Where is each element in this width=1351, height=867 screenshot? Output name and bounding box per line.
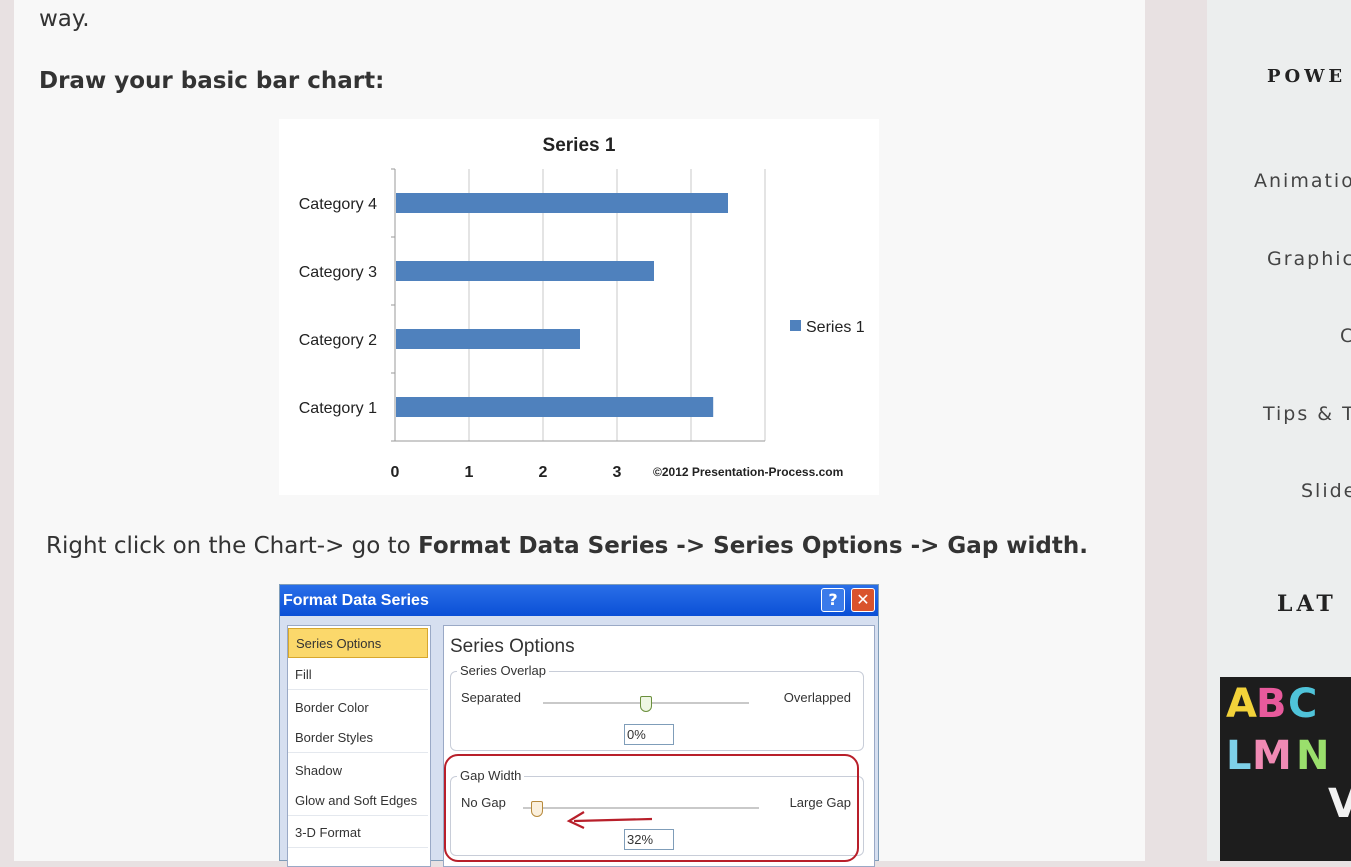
- separated-label: Separated: [461, 690, 521, 705]
- bar-chart: Series 1 Category 1 Category 2 Category 3 Ca…: [299, 135, 865, 481]
- chart-bar: [396, 329, 580, 349]
- chart-bar: [396, 193, 728, 213]
- sidebar: POWE Animatio Graphic C Tips & T Slide L…: [1207, 0, 1351, 861]
- bar-chart-image: Series 1 Category 1 Category 2 Category 3 Ca…: [279, 119, 879, 495]
- dialog-category-list: Series Options Fill Border Color Border …: [287, 625, 431, 867]
- category-item-shadow[interactable]: Shadow: [288, 756, 428, 786]
- category-item-series-options[interactable]: Series Options: [288, 628, 428, 658]
- latest-post-thumbnail[interactable]: A B C L M N V: [1220, 677, 1351, 861]
- legend-label: Series 1: [806, 319, 865, 336]
- page-gutter: [1145, 0, 1207, 861]
- chart-title: Series 1: [543, 135, 616, 156]
- overlapped-label: Overlapped: [783, 690, 851, 705]
- red-arrow-icon: [566, 811, 653, 829]
- series-overlap-group: Series Overlap Separated Overlapped 0%: [450, 663, 864, 751]
- y-tick-label: Category 3: [299, 264, 377, 281]
- series-overlap-label: Series Overlap: [457, 663, 549, 678]
- chart-bar: [396, 397, 714, 417]
- close-icon[interactable]: ✕: [851, 588, 875, 612]
- sidebar-link-tips[interactable]: Tips & T: [1263, 403, 1351, 425]
- sidebar-link-animation[interactable]: Animatio: [1254, 170, 1351, 192]
- category-item-border-color[interactable]: Border Color: [288, 693, 428, 723]
- y-tick-label: Category 1: [299, 400, 377, 417]
- category-item-glow[interactable]: Glow and Soft Edges: [288, 786, 428, 816]
- category-item-fill[interactable]: Fill: [288, 660, 428, 690]
- sidebar-link-slide[interactable]: Slide: [1301, 480, 1351, 502]
- thumbnail-letter-graphic: V: [1328, 781, 1351, 827]
- instruction-plain: Right click on the Chart-> go to: [46, 533, 419, 559]
- dialog-titlebar: Format Data Series ? ✕: [280, 585, 878, 616]
- thumbnail-letter-graphic: M: [1252, 733, 1292, 779]
- help-icon[interactable]: ?: [821, 588, 845, 612]
- sidebar-heading-power: POWE: [1267, 66, 1347, 87]
- format-data-series-dialog-image: Format Data Series ? ✕ Series Options Fi…: [279, 584, 879, 867]
- sidebar-heading-latest: LAT: [1277, 591, 1337, 617]
- thumbnail-letter-graphic: B: [1256, 681, 1287, 727]
- dialog-title: Format Data Series: [283, 592, 429, 609]
- gap-width-highlight: [444, 754, 859, 862]
- x-tick-label: 0: [391, 464, 400, 481]
- x-tick-label: 1: [465, 464, 474, 481]
- x-tick-label: 2: [539, 464, 548, 481]
- thumbnail-letter-graphic: N: [1296, 733, 1330, 779]
- overlap-slider-thumb[interactable]: [640, 696, 652, 712]
- y-tick-label: Category 4: [299, 196, 377, 213]
- section-heading: Draw your basic bar chart:: [39, 68, 385, 94]
- x-tick-label: 3: [613, 464, 622, 481]
- article-lead-text: way.: [39, 6, 90, 32]
- chart-bar: [396, 261, 654, 281]
- sidebar-link-graphics[interactable]: Graphic: [1267, 248, 1351, 270]
- category-item-border-styles[interactable]: Border Styles: [288, 723, 428, 753]
- instruction-bold: Format Data Series -> Series Options -> …: [418, 533, 1088, 559]
- panel-title: Series Options: [450, 636, 575, 657]
- thumbnail-letter-graphic: C: [1288, 681, 1318, 727]
- y-tick-label: Category 2: [299, 332, 377, 349]
- instruction-text: Right click on the Chart-> go to Format …: [46, 533, 1088, 559]
- category-item-3d-format[interactable]: 3-D Format: [288, 818, 428, 848]
- legend-swatch: [790, 320, 801, 331]
- thumbnail-letter-graphic: L: [1226, 733, 1252, 779]
- thumbnail-letter-graphic: A: [1226, 681, 1257, 727]
- chart-watermark: ©2012 Presentation-Process.com: [653, 465, 843, 479]
- sidebar-link-c[interactable]: C: [1340, 325, 1351, 347]
- overlap-value-input[interactable]: 0%: [624, 724, 674, 745]
- article-column: way. Draw your basic bar chart: Series 1…: [14, 0, 1145, 867]
